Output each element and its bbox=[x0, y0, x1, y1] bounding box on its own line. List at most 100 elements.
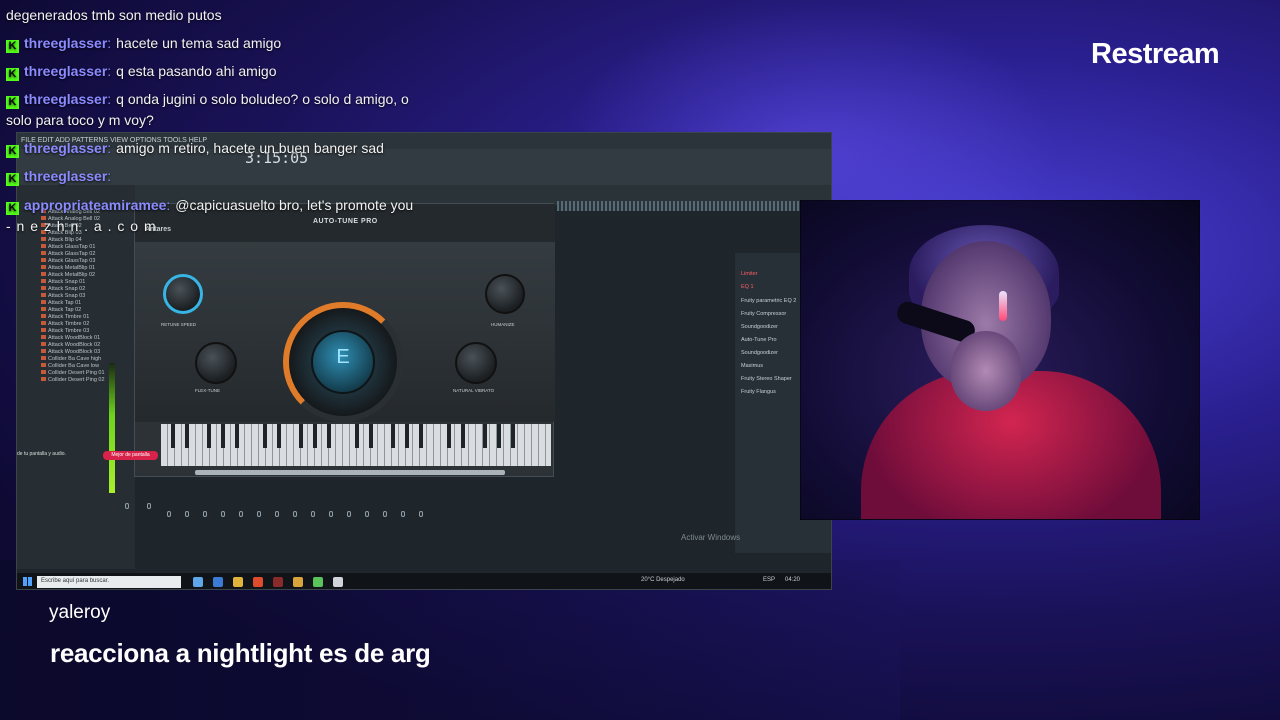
mixer-knob[interactable] bbox=[419, 511, 423, 517]
chat-username[interactable]: threeglasser bbox=[24, 63, 107, 79]
browser-item[interactable]: Attack MetalBlip 01 bbox=[41, 265, 95, 271]
piano-key[interactable] bbox=[235, 424, 239, 448]
edge-icon[interactable] bbox=[213, 577, 223, 587]
fx-slot[interactable]: Maximus bbox=[741, 363, 763, 369]
browser-item[interactable]: Attack Tap 01 bbox=[41, 300, 81, 306]
fx-slot[interactable]: Fruity Flangus bbox=[741, 389, 776, 395]
chat-username[interactable]: threeglasser bbox=[24, 140, 107, 156]
app-icon[interactable] bbox=[313, 577, 323, 587]
fx-slot[interactable]: Limiter bbox=[741, 271, 758, 277]
browser-item[interactable]: Collider Desert Ping 02 bbox=[41, 377, 105, 383]
browser-item[interactable]: Attack Timbre 01 bbox=[41, 314, 89, 320]
fx-slot[interactable]: Fruity Compressor bbox=[741, 311, 786, 317]
chat-username[interactable]: appropriateamiramee bbox=[24, 197, 166, 213]
browser-item[interactable]: Collider Desert Ping 01 bbox=[41, 370, 105, 376]
pitch-correction-dial[interactable]: E bbox=[283, 302, 403, 422]
browser-item[interactable]: Attack Timbre 02 bbox=[41, 321, 89, 327]
browser-item[interactable]: Attack Snap 02 bbox=[41, 286, 85, 292]
piano-key[interactable] bbox=[405, 424, 409, 448]
browser-item[interactable]: Attack Snap 01 bbox=[41, 279, 85, 285]
browser-item[interactable]: Attack MetalBlip 02 bbox=[41, 272, 95, 278]
mixer-knob[interactable] bbox=[329, 511, 333, 517]
chat-username[interactable]: threeglasser bbox=[24, 168, 107, 184]
piano-key[interactable] bbox=[207, 424, 211, 448]
mixer-knob[interactable] bbox=[401, 511, 405, 517]
task-view-icon[interactable] bbox=[193, 577, 203, 587]
mixer-knob[interactable] bbox=[293, 511, 297, 517]
browser-item[interactable]: Attack WoodBlock 01 bbox=[41, 335, 100, 341]
fx-slot[interactable]: Fruity Stereo Shaper bbox=[741, 376, 792, 382]
chat-username[interactable]: threeglasser bbox=[24, 91, 107, 107]
fx-slot[interactable]: EQ 1 bbox=[741, 284, 754, 290]
mixer-knob[interactable] bbox=[221, 511, 225, 517]
chat-message: Kthreeglasser: bbox=[6, 166, 116, 187]
clock-tray[interactable]: 04:20 bbox=[785, 577, 800, 583]
piano-key[interactable] bbox=[263, 424, 267, 448]
browser-item[interactable]: Attack WoodBlock 03 bbox=[41, 349, 100, 355]
kick-icon: K bbox=[6, 40, 19, 53]
mixer-knob[interactable] bbox=[347, 511, 351, 517]
browser-item[interactable]: Attack Timbre 03 bbox=[41, 328, 89, 334]
browser-item[interactable]: Collider Ba Cave low bbox=[41, 363, 99, 369]
mixer-knob[interactable] bbox=[125, 503, 129, 509]
piano-key[interactable] bbox=[313, 424, 317, 448]
piano-key[interactable] bbox=[171, 424, 175, 448]
chat-username[interactable]: threeglasser bbox=[24, 35, 107, 51]
chat-message: solo para toco y m voy? bbox=[6, 110, 154, 131]
app-icon[interactable] bbox=[273, 577, 283, 587]
mixer-knob[interactable] bbox=[257, 511, 261, 517]
taskbar-search[interactable]: Escribe aquí para buscar. bbox=[37, 576, 181, 588]
mixer-knob[interactable] bbox=[383, 511, 387, 517]
piano-key[interactable] bbox=[461, 424, 465, 448]
mixer-knob[interactable] bbox=[203, 511, 207, 517]
chat-message: Kthreeglasser: amigo m retiro, hacete un … bbox=[6, 138, 384, 159]
browser-item[interactable]: Attack GlassTap 02 bbox=[41, 251, 95, 257]
piano-key[interactable] bbox=[221, 424, 225, 448]
piano-key[interactable] bbox=[355, 424, 359, 448]
windows-start-icon[interactable] bbox=[23, 577, 32, 586]
piano-key[interactable] bbox=[327, 424, 331, 448]
natural-vibrato-knob[interactable] bbox=[455, 342, 497, 384]
mixer-knob[interactable] bbox=[147, 503, 151, 509]
piano-key[interactable] bbox=[483, 424, 487, 448]
browser-item[interactable]: Attack Blip 04 bbox=[41, 237, 82, 243]
mixer-knob[interactable] bbox=[167, 511, 171, 517]
piano-key[interactable] bbox=[447, 424, 451, 448]
chrome-icon[interactable] bbox=[253, 577, 263, 587]
browser-item[interactable]: Attack GlassTap 03 bbox=[41, 258, 95, 264]
fl-studio-icon[interactable] bbox=[293, 577, 303, 587]
activate-windows-watermark: Activar Windows bbox=[681, 533, 741, 542]
piano-key[interactable] bbox=[419, 424, 423, 448]
piano-keyboard[interactable] bbox=[161, 424, 551, 466]
browser-item[interactable]: Attack Tap 02 bbox=[41, 307, 81, 313]
mixer-knob[interactable] bbox=[365, 511, 369, 517]
folder-icon[interactable] bbox=[233, 577, 243, 587]
piano-key[interactable] bbox=[497, 424, 501, 448]
piano-key[interactable] bbox=[277, 424, 281, 448]
browser-item[interactable]: Attack Snap 03 bbox=[41, 293, 85, 299]
fx-slot[interactable]: Soundgoodizer bbox=[741, 324, 778, 330]
retune-speed-knob[interactable] bbox=[163, 274, 203, 314]
app-icon[interactable] bbox=[333, 577, 343, 587]
flex-tune-knob[interactable] bbox=[195, 342, 237, 384]
plugin-scrollbar[interactable] bbox=[195, 470, 505, 475]
mixer-knob[interactable] bbox=[239, 511, 243, 517]
mixer-knob[interactable] bbox=[185, 511, 189, 517]
piano-key[interactable] bbox=[369, 424, 373, 448]
mixer-knob[interactable] bbox=[311, 511, 315, 517]
browser-item[interactable]: Attack WoodBlock 02 bbox=[41, 342, 100, 348]
share-popup-button[interactable]: Mejor de pantalla bbox=[103, 451, 158, 460]
fx-slot[interactable]: Soundgoodizer bbox=[741, 350, 778, 356]
piano-key[interactable] bbox=[299, 424, 303, 448]
browser-item[interactable]: Collider Ba Cave high bbox=[41, 356, 101, 362]
fx-slot[interactable]: Auto-Tune Pro bbox=[741, 337, 777, 343]
piano-key[interactable] bbox=[185, 424, 189, 448]
piano-key[interactable] bbox=[391, 424, 395, 448]
lang-tray[interactable]: ESP bbox=[763, 577, 775, 583]
mixer-knob[interactable] bbox=[275, 511, 279, 517]
humanize-knob[interactable] bbox=[485, 274, 525, 314]
fx-slot[interactable]: Fruity parametric EQ 2 bbox=[741, 298, 796, 304]
weather-tray[interactable]: 20°C Despejado bbox=[641, 577, 685, 583]
piano-key[interactable] bbox=[511, 424, 515, 448]
browser-item[interactable]: Attack GlassTap 01 bbox=[41, 244, 95, 250]
